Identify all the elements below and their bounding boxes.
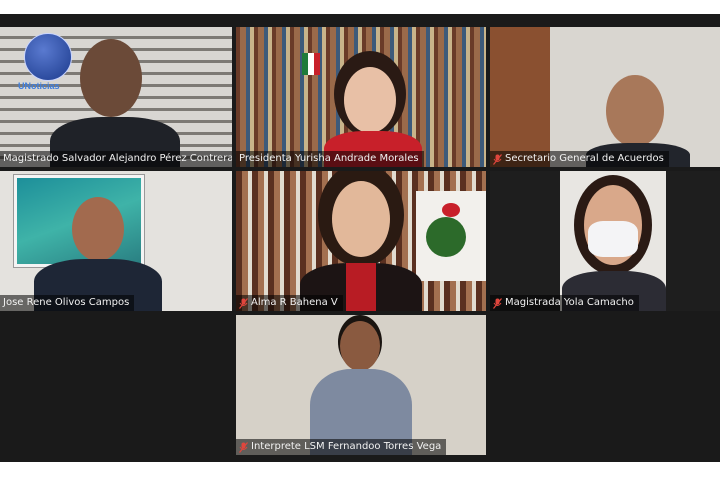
participant-name-label: Alma R Bahena V	[236, 295, 343, 311]
participant-name-label: Magistrada Yola Camacho	[490, 295, 639, 311]
participant-video	[586, 27, 706, 167]
flower-arrangement	[416, 191, 486, 281]
participant-tile-yurisha[interactable]: Presidenta Yurisha Andrade Morales	[236, 27, 486, 167]
participant-tile-alma[interactable]: Alma R Bahena V	[236, 171, 486, 311]
muted-mic-icon	[493, 297, 502, 309]
participant-video	[296, 171, 426, 311]
participant-name-label: Presidenta Yurisha Andrade Morales	[236, 151, 424, 167]
participant-name-label: Jose Rene Olivos Campos	[0, 295, 135, 311]
participant-video	[306, 315, 416, 455]
participant-tile-secretario[interactable]: Secretario General de Acuerdos	[490, 27, 720, 167]
bookshelf	[490, 27, 550, 167]
participant-video	[318, 27, 428, 167]
participant-name-label: Secretario General de Acuerdos	[490, 151, 669, 167]
face-mask	[588, 221, 638, 257]
muted-mic-icon	[493, 153, 502, 165]
muted-mic-icon	[239, 441, 248, 453]
muted-mic-icon	[239, 297, 248, 309]
unoticias-logo: UNoticias	[18, 33, 74, 103]
participant-video	[30, 171, 170, 311]
participant-name-label: Interprete LSM Fernandoo Torres Vega	[236, 439, 447, 455]
participant-tile-yola[interactable]: Magistrada Yola Camacho	[490, 171, 720, 311]
participant-name-label: Magistrado Salvador Alejandro Pérez Cont…	[0, 151, 232, 167]
video-gallery: UNoticias Magistrado Salvador Alejandro …	[0, 14, 720, 462]
participant-tile-jose[interactable]: Jose Rene Olivos Campos	[0, 171, 232, 311]
participant-tile-interprete[interactable]: Interprete LSM Fernandoo Torres Vega	[236, 315, 486, 455]
participant-video	[562, 171, 666, 311]
participant-tile-salvador[interactable]: UNoticias Magistrado Salvador Alejandro …	[0, 27, 232, 167]
